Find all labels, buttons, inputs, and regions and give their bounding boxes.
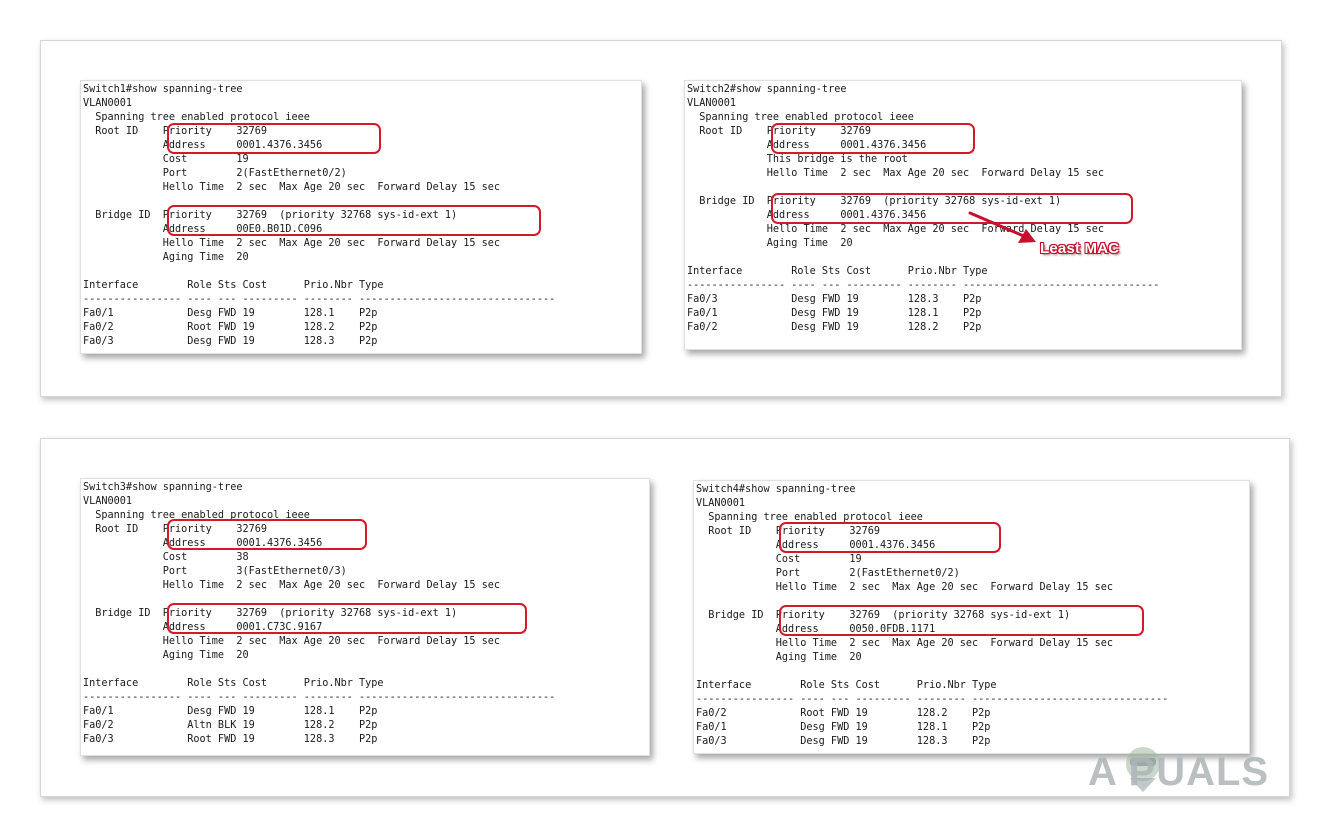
terminal-line: Aging Time 20 [696,652,862,663]
terminal-line: Fa0/3 Root FWD 19 128.3 P2p [83,734,378,745]
terminal-line: Hello Time 2 sec Max Age 20 sec Forward … [696,582,1114,593]
terminal-line: Interface Role Sts Cost Prio.Nbr Type [83,678,384,689]
terminal-line: VLAN0001 [83,496,133,507]
terminal-panel-switch1: Switch1#show spanning-tree VLAN0001 Spann… [80,80,642,354]
terminal-line: Hello Time 2 sec Max Age 20 sec Forward … [696,638,1114,649]
terminal-line: Port 2(FastEthernet0/2) [696,568,960,579]
terminal-line: Fa0/3 Desg FWD 19 128.3 P2p [687,294,982,305]
terminal-line: Port 2(FastEthernet0/2) [83,168,347,179]
terminal-line: Switch3#show spanning-tree [83,482,243,493]
terminal-line: Fa0/2 Root FWD 19 128.2 P2p [696,708,991,719]
terminal-panel-switch3: Switch3#show spanning-tree VLAN0001 Spann… [80,478,650,756]
terminal-line: Port 3(FastEthernet0/3) [83,566,347,577]
terminal-line: Hello Time 2 sec Max Age 20 sec Forward … [83,182,501,193]
terminal-line: Hello Time 2 sec Max Age 20 sec Forward … [687,224,1105,235]
terminal-line: Switch1#show spanning-tree [83,84,243,95]
root-id-highlight [167,519,367,550]
terminal-line: Aging Time 20 [83,252,249,263]
terminal-line: ---------------- ---- --- --------- ----… [83,294,556,305]
terminal-line: Cost 19 [83,154,249,165]
terminal-line: Aging Time 20 [83,650,249,661]
terminal-panel-switch4: Switch4#show spanning-tree VLAN0001 Spann… [693,480,1250,754]
bridge-id-highlight [779,605,1144,636]
terminal-line: Cost 19 [696,554,862,565]
appuals-watermark: A PUALS [1088,750,1270,794]
root-id-highlight [779,522,1001,553]
terminal-line: VLAN0001 [696,498,746,509]
terminal-line: Interface Role Sts Cost Prio.Nbr Type [687,266,988,277]
terminal-line: Cost 38 [83,552,249,563]
terminal-line: Fa0/2 Root FWD 19 128.2 P2p [83,322,378,333]
terminal-line: Hello Time 2 sec Max Age 20 sec Forward … [83,636,501,647]
terminal-line: Interface Role Sts Cost Prio.Nbr Type [696,680,997,691]
terminal-line: ---------------- ---- --- --------- ----… [83,692,556,703]
root-id-highlight [167,123,381,154]
least-mac-arrow [968,211,1036,243]
terminal-line: Switch2#show spanning-tree [687,84,847,95]
terminal-line: Switch4#show spanning-tree [696,484,856,495]
terminal-line: VLAN0001 [83,98,133,109]
terminal-line: Fa0/2 Altn BLK 19 128.2 P2p [83,720,378,731]
terminal-line: Hello Time 2 sec Max Age 20 sec Forward … [83,580,501,591]
bridge-id-highlight [771,193,1133,224]
terminal-line: Fa0/1 Desg FWD 19 128.1 P2p [696,722,991,733]
terminal-line: ---------------- ---- --- --------- ----… [696,694,1169,705]
terminal-line: Hello Time 2 sec Max Age 20 sec Forward … [687,168,1105,179]
terminal-line: Hello Time 2 sec Max Age 20 sec Forward … [83,238,501,249]
terminal-line: Fa0/3 Desg FWD 19 128.3 P2p [696,736,991,747]
root-id-highlight [771,123,975,154]
terminal-line: Fa0/3 Desg FWD 19 128.3 P2p [83,336,378,347]
terminal-line: Fa0/1 Desg FWD 19 128.1 P2p [687,308,982,319]
terminal-line: This bridge is the root [687,154,908,165]
bridge-id-highlight [167,205,541,236]
terminal-line: Fa0/2 Desg FWD 19 128.2 P2p [687,322,982,333]
terminal-line: VLAN0001 [687,98,737,109]
terminal-line: Fa0/1 Desg FWD 19 128.1 P2p [83,706,378,717]
bridge-id-highlight [167,603,527,634]
least-mac-label: Least MAC [1040,240,1120,257]
terminal-line: Fa0/1 Desg FWD 19 128.1 P2p [83,308,378,319]
terminal-line: ---------------- ---- --- --------- ----… [687,280,1160,291]
terminal-line: Interface Role Sts Cost Prio.Nbr Type [83,280,384,291]
